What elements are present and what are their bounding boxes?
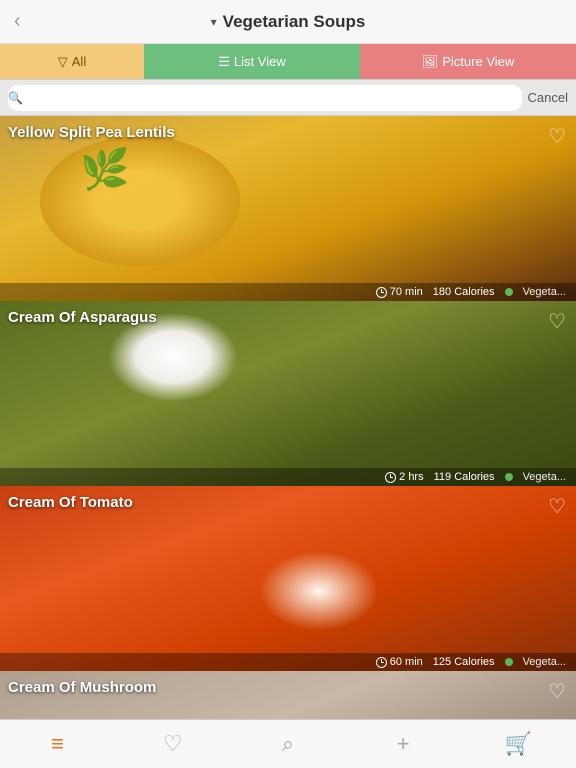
segment-all-label: All (72, 54, 86, 69)
header-title-area: ▾ Vegetarian Soups (211, 12, 366, 32)
recipe-card-yellow-split-pea[interactable]: Yellow Split Pea Lentils ♡ 70 min 180 Ca… (0, 116, 576, 301)
recipe-calories: 119 Calories (434, 471, 495, 483)
search-bar: 🔍 Cancel (0, 80, 576, 116)
recipe-card-cream-of-mushroom[interactable]: Cream Of Mushroom ♡ (0, 671, 576, 719)
recipe-time: 2 hrs (385, 471, 423, 483)
tab-search[interactable]: ⌕ (230, 720, 345, 768)
recipe-calories: 125 Calories (433, 656, 495, 668)
segment-list-view[interactable]: ☰ List View (144, 44, 360, 79)
favorite-button-asparagus[interactable]: ♡ (548, 309, 566, 334)
segment-picture-view[interactable]: 🖼 Picture View (360, 44, 576, 79)
list-view-icon: ☰ (218, 54, 230, 70)
filter-icon: ▽ (58, 54, 68, 70)
segment-list-label: List View (234, 54, 286, 69)
recipe-time: 60 min (376, 656, 423, 668)
add-icon: + (397, 731, 410, 757)
clock-icon (385, 472, 396, 483)
diet-tag: Vegeta... (523, 286, 566, 298)
search-input[interactable] (27, 90, 522, 105)
diet-dot-icon (505, 658, 513, 666)
recipe-meta-tomato: 60 min 125 Calories Vegeta... (0, 653, 576, 671)
tab-favorites[interactable]: ♡ (115, 720, 230, 768)
clock-icon (376, 657, 387, 668)
tab-cart[interactable]: 🛒 (461, 720, 576, 768)
recipe-image-tomato (0, 486, 576, 671)
recipe-title: Cream Of Tomato (8, 494, 133, 511)
recipe-meta-asparagus: 2 hrs 119 Calories Vegeta... (0, 468, 576, 486)
recipe-image-asparagus (0, 301, 576, 486)
segment-all[interactable]: ▽ All (0, 44, 144, 79)
recipe-image-yellow-split-pea (0, 116, 576, 301)
diet-dot-icon (505, 473, 513, 481)
diet-tag: Vegeta... (523, 471, 566, 483)
recipe-title: Cream Of Asparagus (8, 309, 157, 326)
recipe-card-cream-of-asparagus[interactable]: Cream Of Asparagus ♡ 2 hrs 119 Calories … (0, 301, 576, 486)
list-icon: ≡ (51, 731, 64, 757)
tab-add[interactable]: + (346, 720, 461, 768)
search-input-wrap: 🔍 (8, 85, 522, 111)
search-icon: 🔍 (8, 91, 23, 105)
recipe-calories: 180 Calories (433, 286, 495, 298)
recipe-meta-yellow-split-pea: 70 min 180 Calories Vegeta... (0, 283, 576, 301)
tab-recipes[interactable]: ≡ (0, 720, 115, 768)
cart-icon: 🛒 (505, 731, 532, 757)
chevron-down-icon: ▾ (211, 15, 217, 29)
favorite-button-tomato[interactable]: ♡ (548, 494, 566, 519)
recipe-list: Yellow Split Pea Lentils ♡ 70 min 180 Ca… (0, 116, 576, 719)
diet-tag: Vegeta... (523, 656, 566, 668)
segment-control: ▽ All ☰ List View 🖼 Picture View (0, 44, 576, 80)
favorite-button-yellow-split-pea[interactable]: ♡ (548, 124, 566, 149)
diet-dot-icon (505, 288, 513, 296)
favorite-button-mushroom[interactable]: ♡ (548, 679, 566, 704)
clock-icon (376, 287, 387, 298)
recipe-time: 70 min (376, 286, 423, 298)
picture-view-icon: 🖼 (422, 54, 439, 70)
cancel-button[interactable]: Cancel (528, 90, 568, 105)
recipe-card-cream-of-tomato[interactable]: Cream Of Tomato ♡ 60 min 125 Calories Ve… (0, 486, 576, 671)
recipe-title: Yellow Split Pea Lentils (8, 124, 175, 141)
segment-picture-label: Picture View (442, 54, 514, 69)
heart-icon: ♡ (163, 731, 183, 757)
tab-bar: ≡ ♡ ⌕ + 🛒 (0, 719, 576, 768)
search-tab-icon: ⌕ (282, 731, 294, 757)
navigation-header: ‹ ▾ Vegetarian Soups (0, 0, 576, 44)
recipe-title: Cream Of Mushroom (8, 679, 156, 696)
page-title: Vegetarian Soups (223, 12, 366, 32)
back-button[interactable]: ‹ (14, 10, 21, 33)
